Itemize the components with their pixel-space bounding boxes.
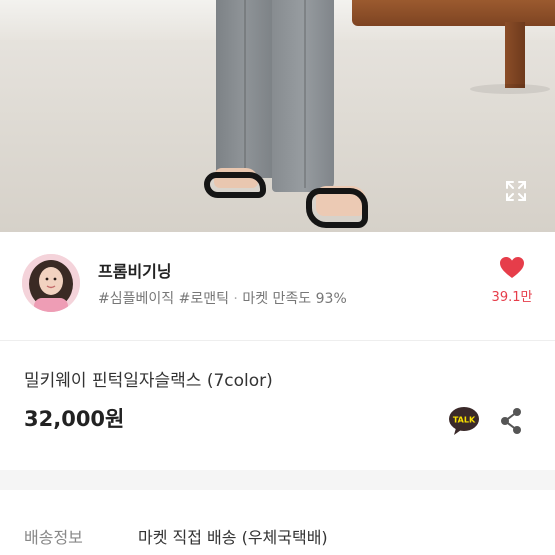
seller-name[interactable]: 프롬비기닝 bbox=[98, 258, 172, 282]
share-icon bbox=[501, 408, 521, 434]
like-count: 39.1만 bbox=[491, 290, 533, 305]
tag-separator: · bbox=[233, 291, 238, 307]
seller-avatar[interactable] bbox=[22, 254, 80, 312]
sandal-right bbox=[306, 188, 368, 228]
product-title: 밀키웨이 핀턱일자슬랙스 (7color) bbox=[24, 371, 273, 391]
like-button[interactable]: 39.1만 bbox=[488, 256, 536, 305]
sandal-left bbox=[204, 172, 266, 198]
kakaotalk-icon: TALK bbox=[449, 407, 479, 435]
tag-romantic[interactable]: #로맨틱 bbox=[179, 291, 229, 307]
bench-leg bbox=[505, 22, 525, 88]
share-button[interactable] bbox=[498, 407, 524, 435]
svg-text:TALK: TALK bbox=[453, 416, 476, 425]
pants-right-leg bbox=[272, 0, 334, 192]
bench-shadow bbox=[470, 84, 550, 94]
expand-icon[interactable] bbox=[505, 180, 527, 202]
pants-left-leg bbox=[216, 0, 278, 178]
shipping-label: 배송정보 bbox=[24, 528, 83, 547]
product-image[interactable] bbox=[0, 0, 555, 232]
kakaotalk-button[interactable]: TALK bbox=[448, 406, 480, 436]
pants-crease-left bbox=[244, 0, 246, 176]
tag-simple-basic[interactable]: #심플베이직 bbox=[98, 291, 174, 307]
market-satisfaction: 마켓 만족도 93% bbox=[242, 291, 347, 307]
pants-crease-right bbox=[304, 0, 306, 188]
product-price: 32,000원 bbox=[24, 407, 125, 431]
seller-tags: #심플베이직 #로맨틱 · 마켓 만족도 93% bbox=[98, 288, 347, 308]
seller-info: 프롬비기닝 #심플베이직 #로맨틱 · 마켓 만족도 93% 39.1만 bbox=[0, 232, 555, 341]
heart-icon[interactable] bbox=[499, 256, 525, 280]
shipping-value: 마켓 직접 배송 (우체국택배) bbox=[138, 528, 328, 547]
section-divider bbox=[0, 470, 555, 490]
